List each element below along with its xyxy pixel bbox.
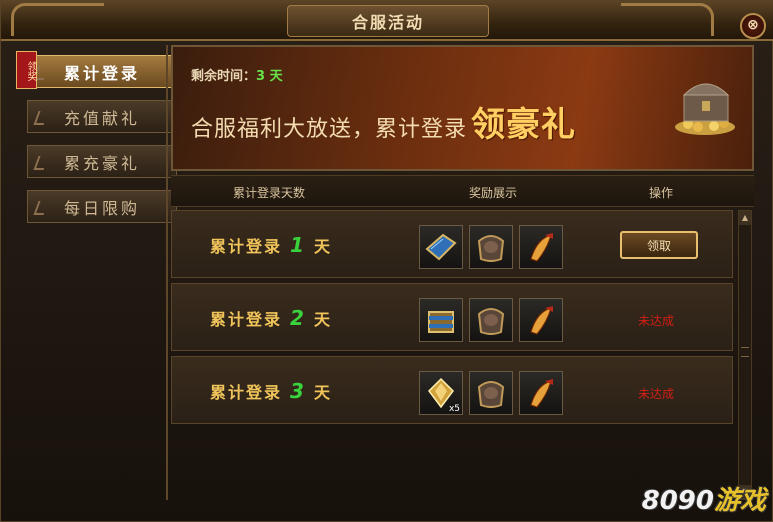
remaining-time: 剩余时间：3 天 bbox=[191, 65, 283, 84]
banner-headline-text: 合服福利大放送，累计登录 bbox=[191, 117, 468, 142]
item-quantity: x5 bbox=[448, 404, 460, 414]
day-label: 累计登录 1 天 bbox=[210, 233, 332, 257]
sidebar-item-recharge-gift[interactable]: 充值献礼 bbox=[27, 100, 177, 133]
armor-icon bbox=[477, 235, 505, 262]
reward-slot[interactable] bbox=[469, 225, 513, 269]
reward-slot[interactable] bbox=[419, 298, 463, 342]
header-days: 累计登录天数 bbox=[233, 186, 306, 200]
day-number: 3 bbox=[290, 379, 306, 403]
table-row: 累计登录 1 天 领取 bbox=[171, 210, 733, 278]
sidebar-item-cumulative-login[interactable]: 累计登录 bbox=[27, 55, 177, 88]
day-number: 2 bbox=[290, 306, 306, 330]
banner-headline: 合服福利大放送，累计登录 领豪礼 bbox=[191, 97, 576, 146]
title-bar: 合服活动 ⊗ bbox=[1, 1, 773, 41]
activity-window: 合服活动 ⊗ 累计登录 领奖 充值献礼 累充豪礼 每日限购 剩余时间：3 天 合… bbox=[0, 0, 773, 522]
status-not-reached: 未达成 bbox=[638, 387, 675, 401]
reward-slot[interactable] bbox=[519, 225, 563, 269]
reward-slot[interactable] bbox=[469, 371, 513, 415]
event-banner: 剩余时间：3 天 合服福利大放送，累计登录 领豪礼 bbox=[171, 45, 754, 171]
table-row: 累计登录 2 天 未达成 bbox=[171, 283, 733, 351]
reward-slot[interactable] bbox=[419, 225, 463, 269]
day-prefix: 累计登录 bbox=[210, 310, 283, 329]
day-suffix: 天 bbox=[313, 383, 332, 402]
reward-slot[interactable] bbox=[519, 371, 563, 415]
fire-scroll-icon bbox=[530, 233, 553, 262]
fire-scroll-icon bbox=[530, 306, 553, 335]
remaining-time-label: 剩余时间： bbox=[191, 69, 257, 84]
reward-list-scrollbar[interactable]: ▲ ▼ bbox=[738, 210, 752, 500]
day-prefix: 累计登录 bbox=[210, 237, 283, 256]
reward-slot[interactable] bbox=[519, 298, 563, 342]
day-suffix: 天 bbox=[313, 310, 332, 329]
sidebar-item-label: 累计登录 bbox=[63, 63, 140, 83]
sidebar-item-cumulative-recharge[interactable]: 累充豪礼 bbox=[27, 145, 177, 178]
title-ornament-right bbox=[621, 3, 714, 36]
window-title: 合服活动 bbox=[287, 5, 489, 37]
day-suffix: 天 bbox=[313, 237, 332, 256]
watermark-text: 游戏 bbox=[713, 486, 766, 516]
day-prefix: 累计登录 bbox=[210, 383, 283, 402]
header-action: 操作 bbox=[649, 186, 674, 200]
close-button[interactable]: ⊗ bbox=[740, 13, 766, 39]
site-watermark-logo: 8090游戏 bbox=[642, 480, 766, 517]
reward-slot[interactable]: x5 bbox=[419, 371, 463, 415]
remaining-time-value: 3 天 bbox=[256, 69, 283, 84]
day-label: 累计登录 3 天 bbox=[210, 379, 332, 403]
armor-icon bbox=[477, 381, 505, 408]
reward-table-header: 累计登录天数 奖励展示 操作 bbox=[171, 175, 754, 207]
scroll-up-arrow-icon[interactable]: ▲ bbox=[739, 211, 751, 225]
scroll-grip[interactable] bbox=[741, 347, 749, 357]
treasure-chest-icon bbox=[675, 83, 735, 135]
banner-headline-emphasis: 领豪礼 bbox=[471, 105, 577, 145]
sidebar: 累计登录 领奖 充值献礼 累充豪礼 每日限购 bbox=[15, 47, 177, 499]
gold-box-icon bbox=[428, 311, 454, 333]
armor-icon bbox=[477, 308, 505, 335]
watermark-number: 8090 bbox=[641, 486, 714, 516]
header-rewards: 奖励展示 bbox=[469, 186, 518, 200]
day-number: 1 bbox=[290, 233, 306, 257]
table-row: 累计登录 3 天 x5 未达成 bbox=[171, 356, 733, 424]
claim-ribbon-badge: 领奖 bbox=[16, 51, 37, 89]
sidebar-item-label: 累充豪礼 bbox=[63, 153, 140, 173]
sidebar-item-label: 每日限购 bbox=[63, 198, 140, 218]
reward-slot[interactable] bbox=[469, 298, 513, 342]
sidebar-item-label: 充值献礼 bbox=[63, 108, 140, 128]
sidebar-divider bbox=[166, 45, 168, 500]
blue-book-icon bbox=[425, 233, 457, 261]
title-ornament-left bbox=[11, 3, 104, 36]
sidebar-item-daily-limited[interactable]: 每日限购 bbox=[27, 190, 177, 223]
fire-scroll-icon bbox=[530, 379, 553, 408]
day-label: 累计登录 2 天 bbox=[210, 306, 332, 330]
claim-button[interactable]: 领取 bbox=[620, 231, 698, 259]
status-not-reached: 未达成 bbox=[638, 314, 675, 328]
